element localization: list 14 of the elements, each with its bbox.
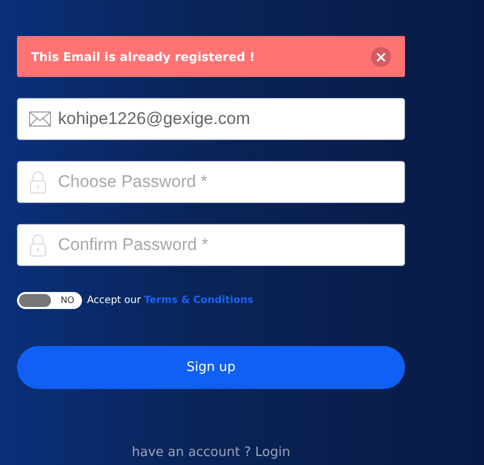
toggle-switch[interactable]: NO: [17, 292, 82, 309]
terms-text: Accept our Terms & Conditions: [87, 295, 254, 306]
envelope-icon: [29, 112, 51, 126]
terms-link[interactable]: Terms & Conditions: [144, 295, 254, 306]
email-field[interactable]: kohipe1226@gexige.com: [17, 98, 405, 140]
error-message: This Email is already registered !: [31, 50, 255, 64]
password-field[interactable]: Choose Password *: [17, 161, 405, 203]
padlock-icon: [29, 170, 47, 194]
login-prompt: have an account ? Login: [132, 445, 290, 460]
padlock-icon: [29, 233, 47, 257]
password-field[interactable]: Confirm Password *: [17, 224, 405, 266]
close-button[interactable]: ×: [371, 46, 391, 66]
login-link[interactable]: Login: [255, 445, 290, 460]
signup-button[interactable]: Sign up: [17, 346, 405, 389]
